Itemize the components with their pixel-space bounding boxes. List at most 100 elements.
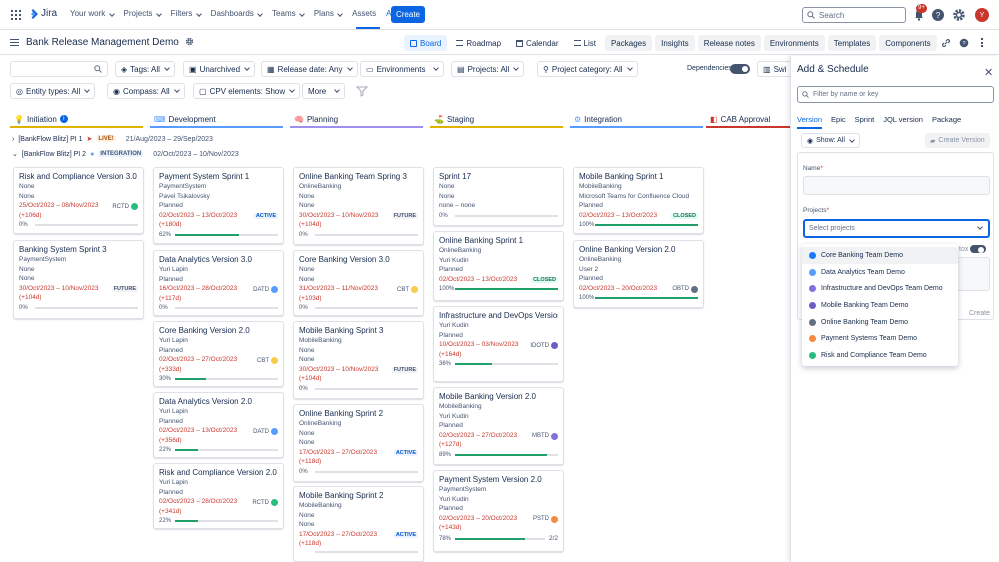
project-option[interactable]: Infrastructure and DevOps Team Demo xyxy=(802,280,958,297)
tab-jql-version[interactable]: JQL version xyxy=(883,115,923,124)
create-version-button[interactable]: ▰ Create Version xyxy=(925,133,990,148)
view-tabs: Board Roadmap Calendar List Packages Ins… xyxy=(404,35,937,51)
clear-filters-icon[interactable] xyxy=(356,85,368,97)
pi-row-1[interactable]: › [BankFlow Blitz] PI 1 ➤ LIVE! 21/Aug/2… xyxy=(12,133,213,145)
user-avatar[interactable]: Y xyxy=(975,8,989,22)
entity-types-filter[interactable]: ◎ Entity types: All xyxy=(10,83,96,99)
nav-assets[interactable]: Assets xyxy=(352,9,376,18)
project-option[interactable]: Online Banking Team Demo xyxy=(802,314,958,331)
tab-roadmap[interactable]: Roadmap xyxy=(450,35,507,51)
integration-icon: ⚙ xyxy=(574,114,582,124)
projects-filter[interactable]: ▤ Projects: All xyxy=(451,61,525,77)
project-option[interactable]: Risk and Compliance Team Demo xyxy=(802,347,958,364)
project-option[interactable]: Core Banking Team Demo xyxy=(802,247,958,264)
tab-sprint[interactable]: Sprint xyxy=(855,115,875,124)
progress-fill xyxy=(455,453,547,456)
release-card[interactable]: Infrastructure and DevOps Version 2.0 Yur… xyxy=(433,306,564,382)
release-card[interactable]: Sprint 17 None None none – none 0% xyxy=(433,167,564,226)
compass-filter[interactable]: ◉ Compass: All xyxy=(107,83,185,99)
release-card[interactable]: Online Banking Sprint 1 OnlineBanking Yuri… xyxy=(433,231,564,301)
chevron-down-icon[interactable]: ⌄ xyxy=(12,150,18,158)
projects-select[interactable]: Select projects xyxy=(803,219,990,238)
release-card[interactable]: Mobile Banking Sprint 1 MobileBanking Micr… xyxy=(573,167,704,234)
progress-bar: 0% xyxy=(19,305,138,311)
release-card[interactable]: Mobile Banking Version 2.0 MobileBanking Y… xyxy=(433,387,564,465)
tab-components[interactable]: Components xyxy=(879,35,937,51)
tab-package[interactable]: Package xyxy=(932,115,961,124)
create-button[interactable]: Create xyxy=(391,6,425,23)
info-icon[interactable]: i xyxy=(59,115,68,123)
release-card[interactable]: Core Banking Version 3.0 None None 31/Oct/2… xyxy=(293,250,424,316)
nav-dashboards[interactable]: Dashboards xyxy=(211,9,263,18)
tab-insights[interactable]: Insights xyxy=(655,35,695,51)
card-detail: None xyxy=(299,511,315,519)
tab-packages[interactable]: Packages xyxy=(604,35,653,51)
nav-filters[interactable]: Filters xyxy=(171,9,202,18)
tab-release-notes[interactable]: Release notes xyxy=(697,35,761,51)
release-card[interactable]: Data Analytics Version 2.0 Yuri Lapin Plan… xyxy=(153,392,284,458)
release-card[interactable]: Risk and Compliance Version 3.0 None None 2… xyxy=(13,167,144,234)
release-card[interactable]: Online Banking Version 2.0 OnlineBanking U… xyxy=(573,240,704,308)
tab-board[interactable]: Board xyxy=(404,35,448,51)
release-card[interactable]: Online Banking Team Spring 3 OnlineBankin… xyxy=(293,167,424,245)
tab-calendar[interactable]: Calendar xyxy=(510,35,564,51)
project-settings-gear-icon[interactable] xyxy=(185,37,194,46)
release-card[interactable]: Banking System Sprint 3 PaymentSystem None… xyxy=(13,240,144,319)
name-label-text: Name xyxy=(803,165,821,172)
progress-track xyxy=(175,307,278,309)
release-card[interactable]: Payment System Sprint 1 PaymentSystem Pave… xyxy=(153,167,284,244)
tab-templates[interactable]: Templates xyxy=(827,35,877,51)
project-help-icon[interactable]: ? xyxy=(959,38,969,48)
more-filters-button[interactable]: More xyxy=(302,83,346,99)
card-dates: 02/Oct/2023 – 13/Oct/2023 xyxy=(159,211,238,219)
release-card[interactable]: Payment System Version 2.0 PaymentSystem Y… xyxy=(433,470,564,552)
cpv-elements-filter[interactable]: ▢ CPV elements: Show xyxy=(193,83,301,99)
more-actions-icon[interactable] xyxy=(977,38,987,48)
environments-filter[interactable]: ▭ Environments xyxy=(360,61,445,77)
name-input[interactable] xyxy=(803,176,990,195)
nav-your-work[interactable]: Your work xyxy=(70,9,115,18)
board-search-input[interactable] xyxy=(10,61,108,77)
cab-icon: ◧ xyxy=(710,114,718,124)
nav-teams[interactable]: Teams xyxy=(272,9,305,18)
tab-environments[interactable]: Environments xyxy=(763,35,825,51)
release-card[interactable]: Data Analytics Version 3.0 Yuri Lapin Plan… xyxy=(153,250,284,316)
chevron-right-icon[interactable]: › xyxy=(12,136,14,143)
release-card[interactable]: Core Banking Version 2.0 Yuri Lapin Planne… xyxy=(153,321,284,387)
nav-plans[interactable]: Plans xyxy=(314,9,343,18)
project-avatar-icon xyxy=(271,428,278,436)
project-option[interactable]: Mobile Banking Team Demo xyxy=(802,297,958,314)
help-icon[interactable]: ? xyxy=(931,8,945,22)
dependencies-toggle[interactable] xyxy=(730,64,750,74)
project-option[interactable]: Payment Systems Team Demo xyxy=(802,330,958,347)
nav-projects[interactable]: Projects xyxy=(124,9,162,18)
tab-epic[interactable]: Epic xyxy=(831,115,846,124)
tags-filter[interactable]: ◈ Tags: All xyxy=(115,61,175,77)
link-icon[interactable] xyxy=(941,38,951,48)
release-date-filter[interactable]: ▦ Release date: Any xyxy=(261,61,358,77)
jira-logo[interactable]: Jira xyxy=(28,8,57,19)
pi-row-2[interactable]: ⌄ [BankFlow Blitz] PI 2 ● INTEGRATION 02… xyxy=(12,148,239,160)
release-card[interactable]: Online Banking Sprint 2 OnlineBanking None… xyxy=(293,404,424,482)
app-switcher-icon[interactable] xyxy=(11,10,21,20)
close-icon[interactable]: ✕ xyxy=(984,66,993,79)
top-navigation: Jira Your work Projects Filters Dashboar… xyxy=(0,0,999,30)
release-card[interactable]: Risk and Compliance Version 2.0 Yuri Lapi… xyxy=(153,463,284,529)
tab-version[interactable]: Version xyxy=(797,115,822,124)
card-delay: (+164d) xyxy=(439,350,462,358)
release-card[interactable]: Mobile Banking Sprint 3 MobileBanking None… xyxy=(293,321,424,399)
project-option[interactable]: Data Analytics Team Demo xyxy=(802,264,958,281)
global-search-input[interactable]: Search xyxy=(802,7,906,23)
hidden-toggle[interactable] xyxy=(970,245,986,253)
unarchived-filter[interactable]: ▣ Unarchived xyxy=(183,61,256,77)
create-button-label[interactable]: Create xyxy=(969,310,990,317)
settings-gear-icon[interactable] xyxy=(952,8,966,22)
release-card[interactable]: Mobile Banking Sprint 2 MobileBanking None… xyxy=(293,486,424,562)
description-input[interactable] xyxy=(954,257,990,291)
show-filter-button[interactable]: ◉ Show: All xyxy=(801,133,860,148)
tab-list[interactable]: List xyxy=(568,35,602,51)
project-avatar-icon xyxy=(271,357,278,365)
project-category-filter[interactable]: ⚲ Project category: All xyxy=(537,61,638,77)
menu-icon[interactable] xyxy=(10,39,19,46)
panel-filter-input[interactable]: Filter by name or key xyxy=(797,86,994,103)
